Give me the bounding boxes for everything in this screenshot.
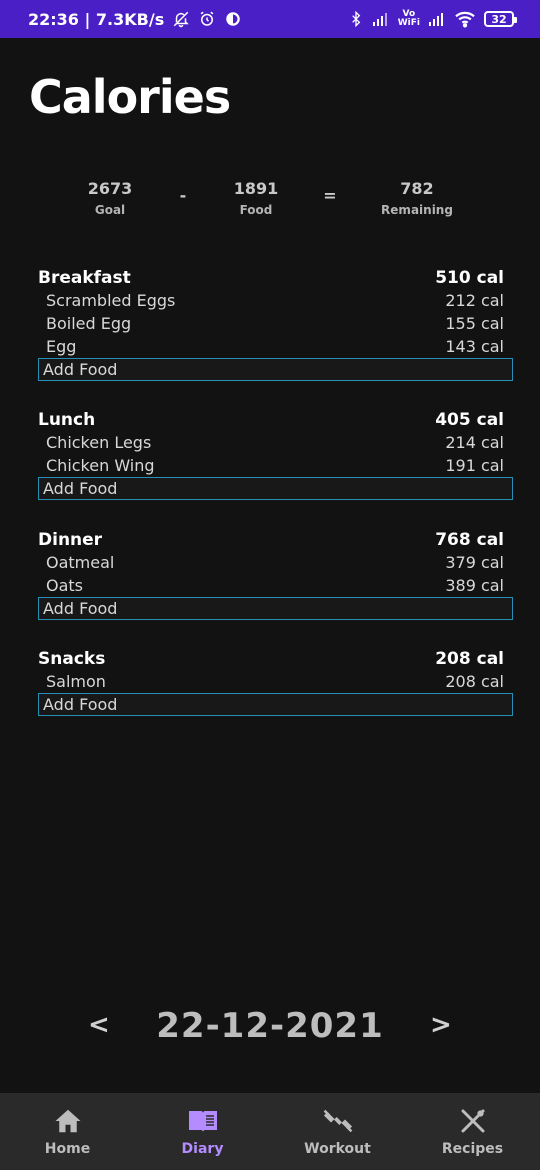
remaining-value: 782 [400,179,434,198]
food-item[interactable]: Boiled Egg 155 cal [38,312,514,335]
food-calories: 379 cal [445,553,504,572]
add-food-button-snacks[interactable]: Add Food [38,693,513,716]
meal-breakfast: Breakfast 510 cal Scrambled Eggs 212 cal… [38,266,514,381]
food-calories: 389 cal [445,576,504,595]
nav-diary[interactable]: Diary [135,1093,270,1170]
nav-workout-label: Workout [304,1140,371,1157]
nav-recipes[interactable]: Recipes [405,1093,540,1170]
app-notification-icon [224,10,242,28]
food-item[interactable]: Chicken Wing 191 cal [38,454,514,477]
bottom-navigation: Home Diary Workout Recipes [0,1093,540,1170]
nav-workout[interactable]: Workout [270,1093,405,1170]
nav-home[interactable]: Home [0,1093,135,1170]
nav-home-label: Home [44,1140,91,1157]
food-calories: 208 cal [445,672,504,691]
meal-total: 405 cal [435,409,504,430]
food-calories: 191 cal [445,456,504,475]
food-label: Food [239,203,273,217]
food-name: Salmon [46,672,106,691]
remaining-summary: 782 Remaining [381,178,453,220]
food-name: Chicken Legs [46,433,152,452]
bluetooth-icon [348,10,364,28]
previous-day-button[interactable]: < [88,1010,110,1040]
goal-summary: 2673 Goal [88,178,133,220]
food-summary: 1891 Food [234,178,279,220]
notifications-off-icon [172,10,190,28]
signal-2-icon [428,11,446,27]
meal-snacks: Snacks 208 cal Salmon 208 cal Add Food [38,647,514,716]
food-calories: 155 cal [445,314,504,333]
remaining-label: Remaining [381,203,453,217]
vowifi-bottom: WiFi [397,18,420,28]
food-calories: 143 cal [445,337,504,356]
signal-icon [372,11,390,27]
date-navigation: < 22-12-2021 > [0,1006,540,1050]
battery-indicator: 32 [484,11,517,27]
food-value: 1891 [233,179,279,198]
status-time-speed: 22:36 | 7.3KB/s [28,9,165,29]
meal-lunch: Lunch 405 cal Chicken Legs 214 cal Chick… [38,408,514,500]
food-item[interactable]: Salmon 208 cal [38,670,514,693]
food-name: Scrambled Eggs [46,291,176,310]
food-item[interactable]: Chicken Legs 214 cal [38,431,514,454]
food-name: Oats [46,576,84,595]
meal-total: 768 cal [435,529,504,550]
food-calories: 214 cal [445,433,504,452]
diary-icon [187,1107,219,1135]
page-title: Calories [29,70,231,124]
meal-name: Breakfast [38,267,131,288]
equals-operator: = [323,186,337,205]
home-icon [52,1107,84,1135]
minus-operator: - [179,186,187,205]
food-name: Boiled Egg [46,314,132,333]
meal-name: Dinner [38,529,103,550]
utensils-icon [457,1107,489,1135]
add-food-button-lunch[interactable]: Add Food [38,477,513,500]
food-calories: 212 cal [445,291,504,310]
nav-diary-label: Diary [181,1140,224,1157]
add-food-button-breakfast[interactable]: Add Food [38,358,513,381]
meal-total: 510 cal [435,267,504,288]
meal-name: Snacks [38,648,106,669]
food-item[interactable]: Oats 389 cal [38,574,514,597]
alarm-icon [198,10,216,28]
calorie-summary: 2673 Goal - 1891 Food = 782 Remaining [0,178,540,222]
food-item[interactable]: Oatmeal 379 cal [38,551,514,574]
food-name: Oatmeal [46,553,115,572]
food-name: Chicken Wing [46,456,155,475]
goal-value: 2673 [87,179,133,198]
food-name: Egg [46,337,77,356]
status-right: Vo WiFi 32 [348,10,517,28]
meal-name: Lunch [38,409,96,430]
goal-label: Goal [94,203,126,217]
meal-header: Dinner 768 cal [38,528,514,551]
current-date: 22-12-2021 [156,1006,384,1046]
nav-recipes-label: Recipes [441,1140,504,1157]
add-food-button-dinner[interactable]: Add Food [38,597,513,620]
status-left: 22:36 | 7.3KB/s [28,10,242,29]
meal-header: Lunch 405 cal [38,408,514,431]
meal-total: 208 cal [435,648,504,669]
vowifi-indicator: Vo WiFi [398,10,420,28]
food-item[interactable]: Egg 143 cal [38,335,514,358]
status-bar: 22:36 | 7.3KB/s Vo WiFi 32 [0,0,540,38]
meal-header: Breakfast 510 cal [38,266,514,289]
meal-header: Snacks 208 cal [38,647,514,670]
meal-dinner: Dinner 768 cal Oatmeal 379 cal Oats 389 … [38,528,514,620]
wifi-icon [454,10,476,28]
food-item[interactable]: Scrambled Eggs 212 cal [38,289,514,312]
dumbbell-icon [322,1107,354,1135]
next-day-button[interactable]: > [430,1010,452,1040]
